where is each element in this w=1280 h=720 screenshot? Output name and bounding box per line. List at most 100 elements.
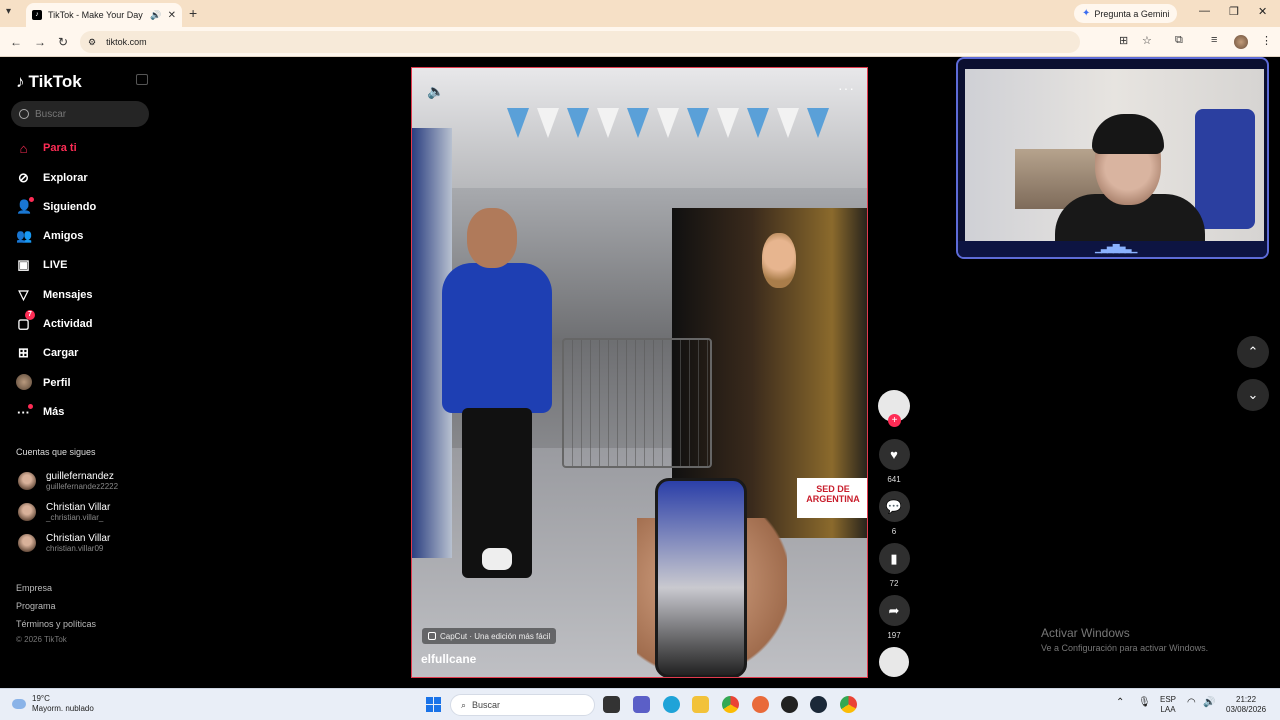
volume-icon[interactable]: 🔈 (427, 83, 444, 100)
audio-wave-icon: ▁▃▅▇▅▃▁ (1095, 243, 1137, 253)
obs-icon[interactable] (781, 696, 798, 713)
forward-icon[interactable]: → (34, 35, 46, 49)
footer-programa-link[interactable]: Programa (16, 601, 56, 611)
tiktok-logo[interactable]: ♪ TikTok (16, 72, 82, 92)
avatar (18, 534, 36, 552)
followed-account[interactable]: guillefernandez guillefernandez2222 (18, 468, 118, 494)
friends-icon: 👥 (16, 228, 33, 243)
nav-label: Para ti (43, 142, 77, 154)
language-indicator[interactable]: ESP LAA (1160, 695, 1176, 715)
tiktok-favicon-icon: ♪ (32, 10, 42, 20)
edge-icon[interactable] (663, 696, 680, 713)
url-text: tiktok.com (106, 37, 147, 47)
nav-siguiendo[interactable]: 👤 Siguiendo (16, 197, 96, 217)
chevron-up-icon: ⌃ (1247, 344, 1259, 359)
video-scene-sign: SED DE ARGENTINA (797, 478, 867, 518)
nav-label: Amigos (43, 230, 84, 242)
creator-avatar[interactable]: + (878, 390, 910, 427)
comment-button[interactable]: 💬 (878, 491, 910, 522)
video-player[interactable]: SED DE ARGENTINA 🔈 ··· CapCut · Una edic… (411, 67, 868, 678)
video-scene-cart (562, 338, 712, 468)
collapse-sidebar-icon[interactable] (136, 74, 148, 85)
site-info-icon[interactable]: ⚙ (88, 37, 96, 48)
sound-disc-icon[interactable] (879, 647, 909, 677)
account-name: guillefernandez (46, 471, 114, 482)
browser-tab[interactable]: ♪ TikTok - Make Your Day 🔊 ✕ (26, 3, 182, 27)
extensions-icon[interactable]: ⧉ (1175, 34, 1183, 47)
nav-explorar[interactable]: ⊘ Explorar (16, 168, 88, 188)
share-button[interactable]: ➦ (878, 595, 910, 626)
followed-account[interactable]: Christian Villar christian.villar09 (18, 530, 110, 556)
new-tab-button[interactable]: + (189, 5, 197, 21)
maximize-button[interactable]: ❐ (1229, 5, 1239, 18)
taskbar-search[interactable]: ⌕ Buscar (450, 694, 595, 716)
nav-label: LIVE (43, 259, 68, 271)
capcut-tag[interactable]: CapCut · Una edición más fácil (422, 628, 557, 644)
teams-icon[interactable] (633, 696, 650, 713)
footer-empresa-link[interactable]: Empresa (16, 583, 52, 593)
tab-audio-icon[interactable]: 🔊 (150, 10, 161, 21)
windows-activation-watermark: Activar Windows Ve a Configuración para … (1041, 626, 1208, 653)
translate-icon[interactable]: ⊞ (1119, 34, 1128, 47)
nav-live[interactable]: ▣ LIVE (16, 255, 67, 275)
nav-label: Actividad (43, 318, 93, 330)
video-author[interactable]: elfullcane (421, 652, 476, 666)
steam-icon[interactable] (810, 696, 827, 713)
tab-close-icon[interactable]: ✕ (168, 10, 176, 21)
url-field[interactable]: ⚙ tiktok.com (80, 31, 1080, 53)
volume-icon[interactable]: 🔊 (1203, 698, 1215, 708)
nav-amigos[interactable]: 👥 Amigos (16, 226, 83, 246)
microphone-icon[interactable]: 🎙 (1138, 698, 1151, 708)
weather-temp: 19°C (32, 694, 50, 703)
nav-perfil[interactable]: Perfil (16, 373, 71, 393)
nav-label: Cargar (43, 347, 79, 359)
clock[interactable]: 21:22 03/08/2026 (1226, 695, 1266, 715)
minimize-button[interactable]: — (1199, 5, 1210, 17)
clock-date: 03/08/2026 (1226, 705, 1267, 714)
wifi-icon[interactable]: ◠ (1187, 698, 1196, 708)
follow-plus-icon[interactable]: + (888, 414, 901, 427)
nav-cargar[interactable]: ⊞ Cargar (16, 343, 78, 363)
file-explorer-icon[interactable] (692, 696, 709, 713)
close-window-button[interactable]: ✕ (1258, 5, 1267, 18)
reload-icon[interactable]: ↻ (58, 35, 68, 49)
browser-menu-icon[interactable]: ⋮ (1261, 34, 1272, 47)
chrome-icon[interactable] (722, 696, 739, 713)
like-count: 641 (887, 475, 901, 484)
nav-actividad[interactable]: ▢ 7 Actividad (16, 310, 93, 334)
bookmark-star-icon[interactable]: ☆ (1142, 34, 1152, 47)
nav-mas[interactable]: ··· Más (16, 402, 64, 422)
more-options-icon[interactable]: ··· (838, 80, 855, 96)
app-burst-icon[interactable] (752, 696, 769, 713)
chrome-active-icon[interactable] (840, 696, 857, 713)
home-icon: ⌂ (19, 140, 28, 156)
previous-video-button[interactable]: ⌃ (1237, 336, 1269, 368)
following-icon: 👤 (16, 197, 34, 214)
weather-widget[interactable]: 19°C Mayorm. nublado (12, 694, 94, 714)
start-button[interactable] (426, 697, 441, 712)
followed-account[interactable]: Christian Villar _christian.villar_ (18, 499, 110, 525)
watermark-subtitle: Ve a Configuración para activar Windows. (1041, 643, 1209, 653)
copyright: © 2026 TikTok (16, 635, 67, 644)
gemini-button[interactable]: ✦ Pregunta a Gemini (1074, 4, 1178, 23)
save-button[interactable]: ▮ (878, 543, 910, 574)
comment-count: 6 (891, 527, 897, 536)
compass-icon: ⊘ (18, 170, 29, 185)
tiktok-sidebar: ♪ TikTok Buscar ⌂ Para ti ⊘ Explorar 👤 S… (0, 57, 160, 688)
footer-terms-link[interactable]: Términos y políticas (16, 619, 96, 629)
task-view-icon[interactable] (603, 696, 620, 713)
nav-label: Explorar (43, 172, 88, 184)
tray-chevron-up-icon[interactable]: ⌃ (1116, 698, 1124, 708)
nav-mensajes[interactable]: ▽ Mensajes (16, 285, 93, 305)
back-icon[interactable]: ← (10, 35, 22, 49)
tab-list-icon[interactable]: ▾ (6, 6, 11, 17)
nav-para-ti[interactable]: ⌂ Para ti (16, 138, 77, 158)
search-placeholder: Buscar (35, 108, 67, 120)
search-input[interactable]: Buscar (11, 101, 149, 127)
nav-label: Más (43, 406, 65, 418)
address-bar-row: ← → ↻ ⚙ tiktok.com ⊞ ☆ ⧉ ≡ ⋮ (0, 27, 1280, 57)
next-video-button[interactable]: ⌄ (1237, 379, 1269, 411)
like-button[interactable]: ♥ (878, 439, 910, 470)
media-controls-icon[interactable]: ≡ (1211, 34, 1217, 46)
profile-avatar[interactable] (1234, 35, 1248, 49)
